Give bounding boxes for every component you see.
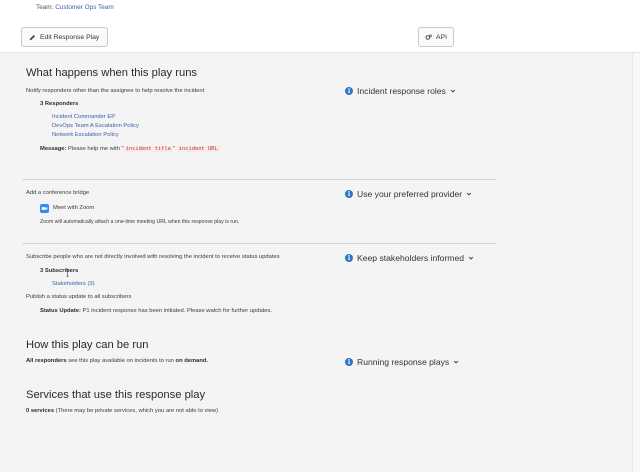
chevron-down-icon [468, 256, 474, 260]
status-update-line: Status Update: P1 incident response has … [40, 308, 272, 314]
zoom-label: Meet with Zoom [53, 205, 95, 211]
stakeholders-link[interactable]: Stakeholders (3) [52, 281, 95, 287]
notify-text: Notify responders other than the assigne… [26, 88, 205, 94]
section-title-how: How this play can be run [26, 339, 149, 351]
how-text: see this play available on incidents to … [68, 358, 174, 364]
incident-response-roles-dropdown[interactable]: i Incident response roles [345, 86, 456, 96]
zoom-note: Zoom will automatically attach a one-tim… [40, 219, 240, 225]
conference-text: Add a conference bridge [26, 190, 90, 196]
api-button[interactable]: API [418, 27, 454, 47]
edit-response-play-button[interactable]: Edit Response Play [21, 27, 108, 47]
services-count: 0 services [26, 408, 55, 414]
responder-link[interactable]: Network Escalation Policy [52, 132, 119, 138]
services-note: (There may be private services, which yo… [55, 408, 219, 414]
message-code-title: incident title [123, 146, 174, 152]
message-line: Message: Please help me with " incident t… [40, 146, 220, 152]
top-bar: Team: Customer Ops Team [0, 0, 640, 19]
running-response-plays-dropdown[interactable]: i Running response plays [345, 357, 459, 367]
side-label: Running response plays [357, 357, 450, 367]
status-update-text: P1 incident response has been initiated.… [82, 308, 273, 314]
side-label: Use your preferred provider [357, 189, 463, 199]
responders-count: 3 Responders [40, 101, 79, 107]
on-demand-label: on demand. [175, 358, 209, 364]
keep-stakeholders-dropdown[interactable]: i Keep stakeholders informed [345, 253, 474, 263]
subscribe-text: Subscribe people who are not directly in… [26, 254, 280, 260]
all-responders-label: All responders [26, 358, 67, 364]
api-button-label: API [436, 33, 447, 41]
section-title-services: Services that use this response play [26, 389, 206, 401]
toolbar: Edit Response Play API [0, 19, 640, 53]
gears-icon [425, 33, 432, 40]
pencil-icon [29, 34, 36, 40]
info-icon: i [345, 358, 353, 366]
section-divider [22, 179, 496, 180]
info-icon: i [345, 254, 353, 262]
message-text: Please help me with " [68, 146, 124, 152]
message-label: Message: [40, 146, 67, 152]
chevron-down-icon [466, 192, 472, 196]
side-label: Incident response roles [357, 86, 446, 96]
edit-button-label: Edit Response Play [40, 33, 100, 41]
team-label: Team: [36, 4, 54, 11]
section-title-run: What happens when this play runs [26, 67, 198, 79]
side-label: Keep stakeholders informed [357, 253, 465, 263]
message-mid: " [173, 146, 176, 152]
responder-link[interactable]: Incident Commander EP [52, 114, 115, 120]
services-line: 0 services (There may be private service… [26, 408, 218, 414]
video-camera-icon [40, 204, 49, 213]
right-panel-edge [632, 53, 640, 472]
how-text-line: All responders see this play available o… [26, 358, 208, 364]
message-code-url: incident URL [176, 146, 220, 152]
chevron-down-icon [454, 360, 459, 364]
text-cursor-icon [66, 269, 69, 277]
team-link[interactable]: Customer Ops Team [55, 4, 113, 11]
chevron-down-icon [450, 89, 455, 93]
info-icon: i [345, 190, 353, 198]
publish-text: Publish a status update to all subscribe… [26, 294, 132, 300]
team-info: Team: Customer Ops Team [36, 4, 114, 11]
subscribers-count: 3 Subscribers [40, 268, 79, 274]
info-icon: i [345, 87, 353, 95]
section-divider [22, 243, 496, 244]
status-update-label: Status Update: [40, 308, 81, 314]
responder-link[interactable]: DevOps Team A Escalation Policy [52, 123, 139, 129]
preferred-provider-dropdown[interactable]: i Use your preferred provider [345, 189, 472, 199]
